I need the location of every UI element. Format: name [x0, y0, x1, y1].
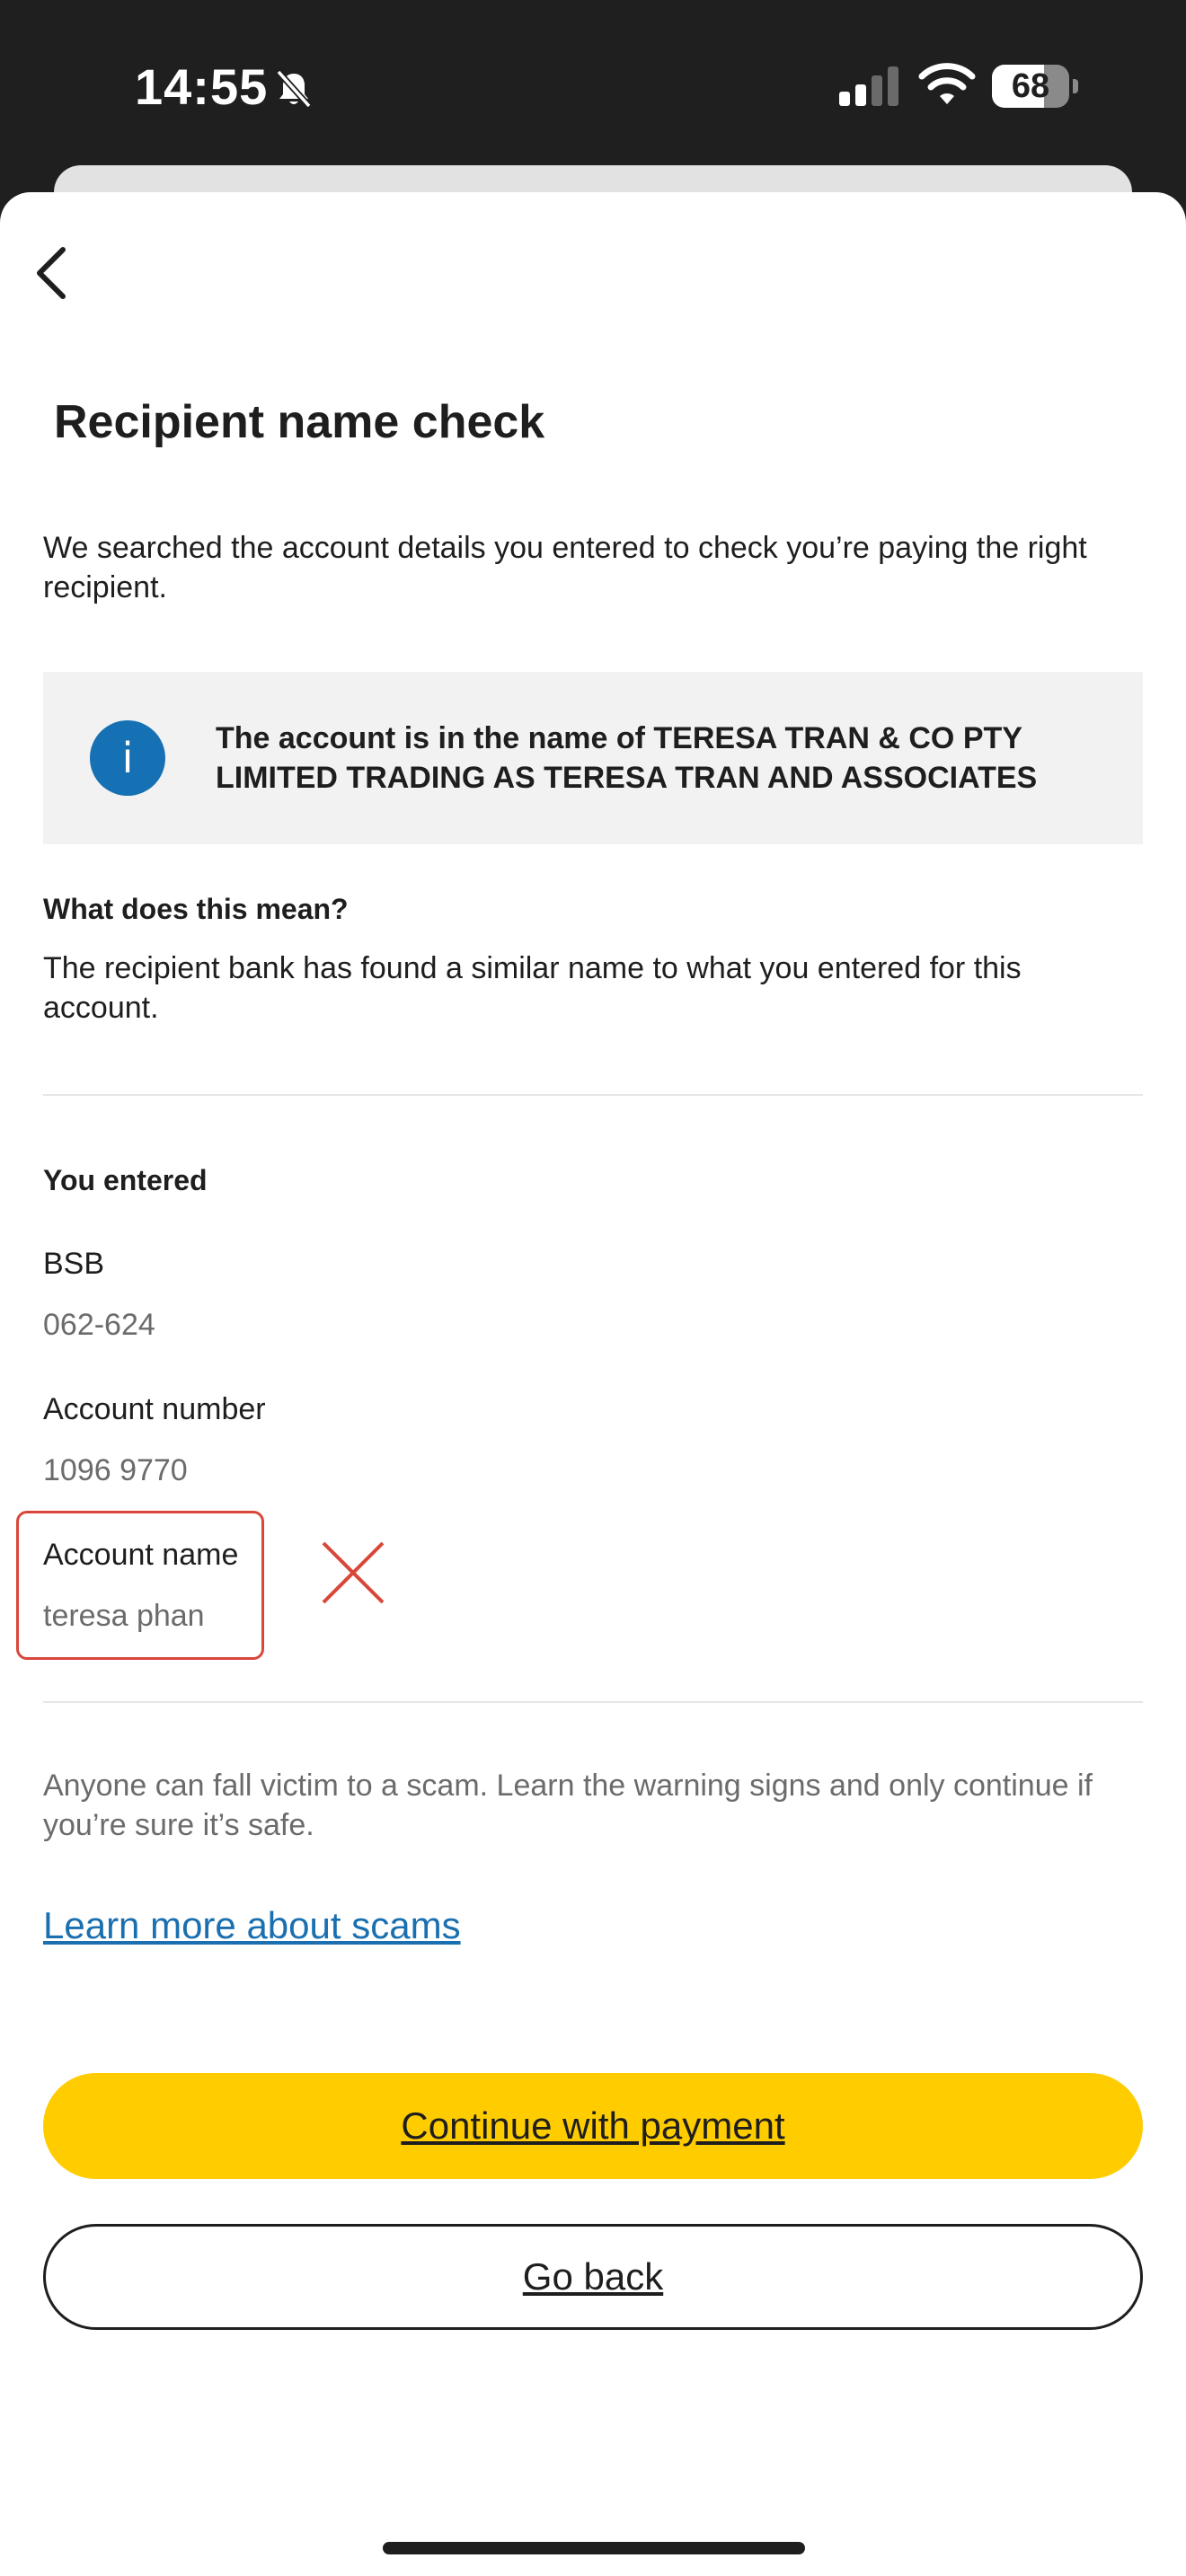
battery-body: 68: [992, 65, 1069, 108]
continue-button-label: Continue with payment: [401, 2104, 785, 2147]
explanation-heading: What does this mean?: [43, 893, 349, 925]
info-banner-text: The account is in the name of TERESA TRA…: [216, 721, 1038, 795]
account-name-value: teresa phan: [43, 1599, 205, 1633]
divider: [43, 1701, 1143, 1703]
go-back-button[interactable]: Go back: [43, 2224, 1143, 2330]
continue-with-payment-button[interactable]: Continue with payment: [43, 2073, 1143, 2179]
signal-icon: [839, 66, 898, 106]
divider: [43, 1094, 1143, 1096]
modal-sheet: Recipient name check We searched the acc…: [0, 192, 1186, 2576]
bsb-value: 062-624: [43, 1308, 155, 1342]
wifi-icon: [918, 63, 976, 104]
entered-heading: You entered: [43, 1164, 208, 1196]
status-bar: 14:55 68: [0, 0, 1186, 171]
chevron-left-icon[interactable]: [27, 237, 81, 309]
bsb-label: BSB: [43, 1247, 105, 1281]
learn-more-scams-link[interactable]: Learn more about scams: [43, 1904, 461, 1947]
intro-text: We searched the account details you ente…: [43, 531, 1087, 604]
info-icon: i: [90, 720, 165, 796]
explanation-text: The recipient bank has found a similar n…: [43, 951, 1022, 1025]
info-banner: i The account is in the name of TERESA T…: [43, 672, 1143, 844]
battery-cap: [1073, 79, 1078, 93]
x-mark-icon: [322, 1541, 385, 1604]
account-name-highlight: [16, 1511, 264, 1660]
home-indicator: [383, 2542, 805, 2554]
account-name-label: Account name: [43, 1538, 239, 1572]
bell-slash-icon: [276, 69, 312, 109]
page-title: Recipient name check: [54, 396, 545, 448]
info-icon-glyph: i: [121, 734, 134, 782]
status-time: 14:55: [135, 58, 269, 115]
scam-disclaimer: Anyone can fall victim to a scam. Learn …: [43, 1769, 1093, 1842]
go-back-button-label: Go back: [522, 2255, 664, 2298]
account-number-label: Account number: [43, 1392, 266, 1426]
battery-icon: 68: [992, 65, 1078, 110]
battery-level: 68: [1011, 67, 1050, 105]
account-number-value: 1096 9770: [43, 1453, 188, 1487]
